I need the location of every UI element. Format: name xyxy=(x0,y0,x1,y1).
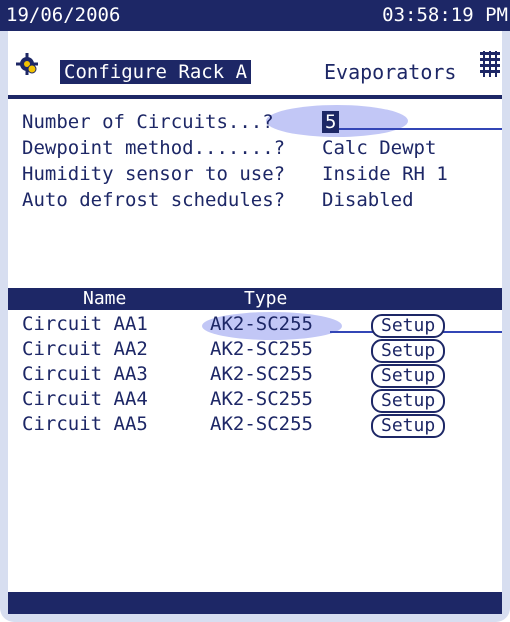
humidity-sensor-value[interactable]: Inside RH 1 xyxy=(322,161,448,187)
circuit-name: Circuit AA3 xyxy=(22,363,148,385)
setting-label: Number of Circuits...? xyxy=(22,111,274,133)
setup-button[interactable]: Setup xyxy=(371,414,446,438)
settings-list: Number of Circuits...? 5 Dewpoint method… xyxy=(22,109,448,213)
status-bar: 19/06/2006 03:58:19 PM xyxy=(0,0,510,31)
column-header-name: Name xyxy=(83,288,127,309)
setup-button[interactable]: Setup xyxy=(371,314,446,338)
circuit-name: Circuit AA2 xyxy=(22,338,148,360)
auto-defrost-value[interactable]: Disabled xyxy=(322,187,414,213)
column-header-type: Type xyxy=(244,288,288,309)
section-title: Evaporators xyxy=(324,60,457,84)
status-date: 19/06/2006 xyxy=(6,4,121,26)
circuits-count-field[interactable]: 5 xyxy=(322,111,340,133)
setup-button[interactable]: Setup xyxy=(371,364,446,388)
circuit-table-header: Name Type xyxy=(8,288,502,310)
circuit-type[interactable]: AK2-SC255 xyxy=(210,387,313,412)
status-time: 03:58:19 PM xyxy=(382,4,508,26)
setting-dewpoint-method[interactable]: Dewpoint method.......? Calc Dewpt xyxy=(22,135,436,161)
table-row[interactable]: Circuit AA3 AK2-SC255 Setup xyxy=(22,362,502,388)
gear-icon[interactable] xyxy=(16,53,38,75)
pointer-line xyxy=(322,128,502,130)
setting-humidity-sensor[interactable]: Humidity sensor to use? Inside RH 1 xyxy=(22,161,448,187)
divider xyxy=(8,95,502,99)
dewpoint-method-value[interactable]: Calc Dewpt xyxy=(322,135,436,161)
rack-icon[interactable] xyxy=(480,51,500,77)
circuit-name: Circuit AA5 xyxy=(22,413,148,435)
screen-header: Configure Rack A Evaporators xyxy=(8,31,502,95)
table-row[interactable]: Circuit AA4 AK2-SC255 Setup xyxy=(22,387,502,413)
setting-label: Dewpoint method.......? xyxy=(22,137,286,159)
table-row[interactable]: Circuit AA2 AK2-SC255 Setup xyxy=(22,337,502,363)
setting-number-of-circuits[interactable]: Number of Circuits...? 5 xyxy=(22,109,340,135)
circuit-type[interactable]: AK2-SC255 xyxy=(210,312,313,337)
setup-button[interactable]: Setup xyxy=(371,389,446,413)
footer-bar xyxy=(8,592,502,614)
setup-button[interactable]: Setup xyxy=(371,339,446,363)
circuit-type[interactable]: AK2-SC255 xyxy=(210,337,313,362)
circuit-name: Circuit AA1 xyxy=(22,313,148,335)
page-title: Configure Rack A xyxy=(60,60,252,84)
circuit-type[interactable]: AK2-SC255 xyxy=(210,362,313,387)
circuit-table: Circuit AA1 AK2-SC255 Setup Circuit AA2 … xyxy=(22,312,502,438)
setting-label: Auto defrost schedules? xyxy=(22,189,286,211)
circuit-name: Circuit AA4 xyxy=(22,388,148,410)
table-row[interactable]: Circuit AA5 AK2-SC255 Setup xyxy=(22,412,502,438)
setting-label: Humidity sensor to use? xyxy=(22,163,286,185)
table-row[interactable]: Circuit AA1 AK2-SC255 Setup xyxy=(22,312,502,338)
circuit-type[interactable]: AK2-SC255 xyxy=(210,412,313,437)
setting-auto-defrost[interactable]: Auto defrost schedules? Disabled xyxy=(22,187,414,213)
